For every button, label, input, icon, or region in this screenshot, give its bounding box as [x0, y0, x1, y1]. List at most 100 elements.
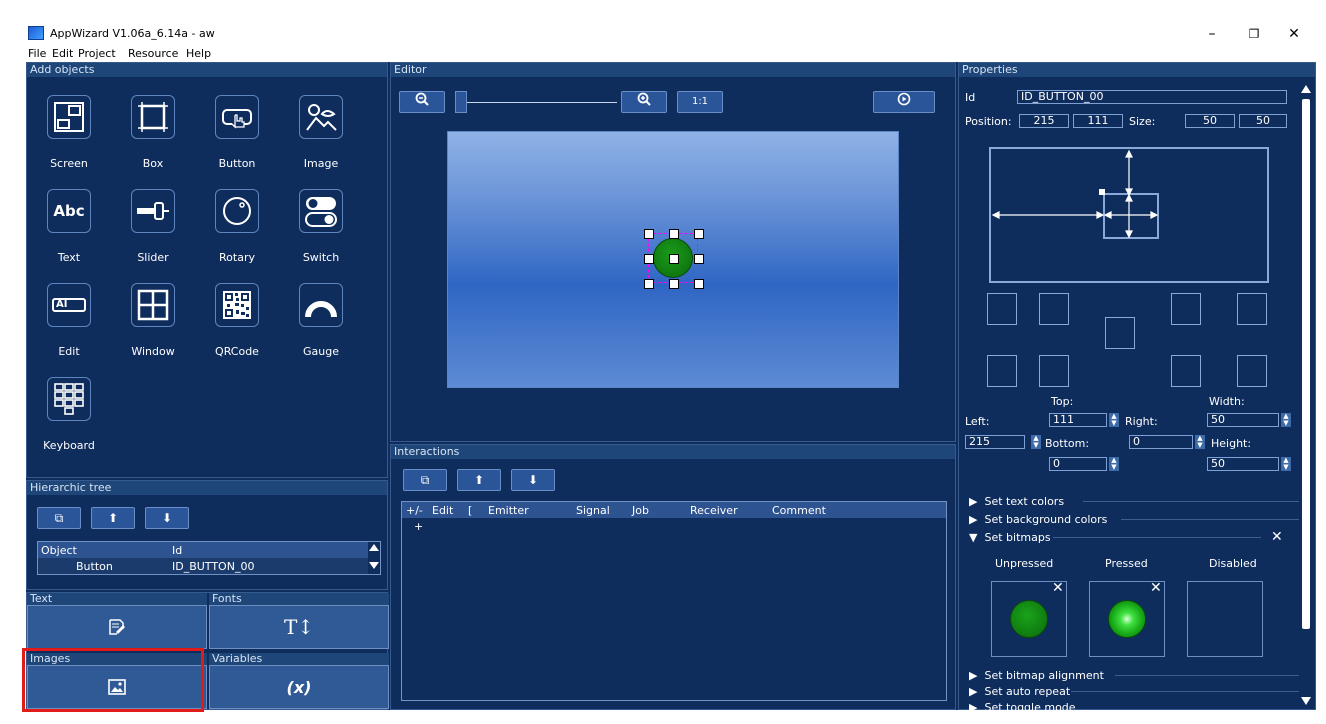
resize-handle-bl[interactable] — [644, 279, 654, 289]
resize-handle-tl[interactable] — [644, 229, 654, 239]
height-input[interactable]: 50 — [1207, 457, 1279, 471]
right-input[interactable]: 0 — [1129, 435, 1193, 449]
zoom-reset-button[interactable]: 1:1 — [677, 91, 723, 113]
add-button[interactable]: Button — [197, 95, 277, 187]
align-top-left-button[interactable] — [987, 293, 1017, 325]
size-width-input[interactable]: 50 — [1185, 114, 1235, 128]
right-spinner[interactable]: ▲ ▼ — [1195, 435, 1205, 449]
resize-handle-l[interactable] — [644, 254, 654, 264]
restore-button[interactable]: ❐ — [1234, 24, 1274, 44]
selected-button-widget[interactable] — [644, 229, 704, 289]
tree-duplicate-button[interactable]: ⧉ — [37, 507, 81, 529]
resize-handle-tr[interactable] — [694, 229, 704, 239]
height-spinner[interactable]: ▲ ▼ — [1281, 457, 1291, 471]
table-row[interactable]: Button ID_BUTTON_00 — [38, 558, 368, 574]
add-gauge[interactable]: Gauge — [281, 283, 361, 375]
pressed-bitmap-slot[interactable]: ✕ — [1089, 580, 1165, 657]
section-background-colors[interactable]: ▶ Set background colors — [969, 513, 1301, 527]
bottom-input[interactable]: 0 — [1049, 457, 1107, 471]
design-canvas[interactable] — [447, 131, 899, 388]
center-handle[interactable] — [669, 254, 679, 264]
add-slider[interactable]: Slider — [113, 189, 193, 281]
fonts-resource-button[interactable]: T↕ — [209, 605, 389, 649]
interaction-move-up-button[interactable]: ⬆ — [457, 469, 501, 491]
resize-handle-t[interactable] — [669, 229, 679, 239]
tree-move-up-button[interactable]: ⬆ — [91, 507, 135, 529]
section-bitmaps[interactable]: ▼ Set bitmaps — [969, 531, 1289, 545]
close-icon[interactable]: ✕ — [1271, 529, 1283, 545]
col-receiver: Receiver — [690, 504, 738, 517]
menu-project[interactable]: Project — [78, 47, 116, 60]
top-spinner[interactable]: ▲ ▼ — [1109, 413, 1119, 427]
add-box[interactable]: Box — [113, 95, 193, 187]
width-input[interactable]: 50 — [1207, 413, 1279, 427]
interaction-duplicate-button[interactable]: ⧉ — [403, 469, 447, 491]
align-stretch-button[interactable] — [1039, 355, 1069, 387]
align-top-right-button[interactable] — [1237, 293, 1267, 325]
disabled-bitmap-slot[interactable] — [1187, 581, 1263, 657]
tree-scrollbar[interactable] — [368, 542, 380, 574]
zoom-slider-track[interactable] — [467, 102, 617, 103]
close-button[interactable]: ✕ — [1274, 24, 1314, 44]
left-spinner[interactable]: ▲ ▼ — [1031, 435, 1041, 449]
menu-resource[interactable]: Resource — [128, 47, 178, 60]
variables-resource-button[interactable]: (x) — [209, 665, 389, 709]
text-resource-button[interactable] — [27, 605, 207, 649]
section-bitmap-alignment[interactable]: ▶ Set bitmap alignment — [969, 669, 1301, 683]
section-text-colors[interactable]: ▶ Set text colors — [969, 495, 1301, 509]
zoom-out-button[interactable] — [399, 91, 445, 113]
menu-help[interactable]: Help — [186, 47, 211, 60]
add-rotary[interactable]: Rotary — [197, 189, 277, 281]
scroll-thumb[interactable] — [1302, 99, 1310, 629]
left-input[interactable]: 215 — [965, 435, 1025, 449]
remove-unpressed-icon[interactable]: ✕ — [1052, 580, 1064, 596]
align-top-center-button[interactable] — [1039, 293, 1069, 325]
bottom-spinner[interactable]: ▲ ▼ — [1109, 457, 1119, 471]
align-top-stretch-button[interactable] — [1171, 293, 1201, 325]
minimize-button[interactable]: – — [1192, 24, 1232, 44]
add-keyboard[interactable]: Keyboard — [29, 377, 109, 469]
add-image[interactable]: Image — [281, 95, 361, 187]
section-auto-repeat[interactable]: ▶ Set auto repeat — [969, 685, 1301, 699]
id-input[interactable]: ID_BUTTON_00 — [1017, 90, 1287, 104]
zoom-in-button[interactable] — [621, 91, 667, 113]
section-toggle-mode[interactable]: ▶ Set toggle mode — [969, 701, 1289, 711]
scroll-up-icon[interactable] — [1301, 85, 1311, 93]
scroll-up-icon[interactable] — [369, 544, 379, 551]
resize-handle-r[interactable] — [694, 254, 704, 264]
add-objects-panel: Add objects Screen Box Button Image Abc … — [26, 62, 388, 478]
play-button[interactable] — [873, 91, 935, 113]
align-right-stretch-button[interactable] — [1171, 355, 1201, 387]
add-screen[interactable]: Screen — [29, 95, 109, 187]
remove-pressed-icon[interactable]: ✕ — [1150, 580, 1162, 596]
resize-handle-b[interactable] — [669, 279, 679, 289]
align-center-button[interactable] — [1105, 317, 1135, 349]
align-left-stretch-button[interactable] — [987, 355, 1017, 387]
interactions-panel: Interactions ⧉ ⬆ ⬇ +/- Edit [ Emitter Si… — [390, 444, 956, 710]
expand-icon: ▶ — [969, 685, 978, 698]
add-interaction-button[interactable]: + — [414, 520, 423, 533]
position-y-input[interactable]: 111 — [1073, 114, 1123, 128]
tree-move-down-button[interactable]: ⬇ — [145, 507, 189, 529]
add-window[interactable]: Window — [113, 283, 193, 375]
resize-handle-br[interactable] — [694, 279, 704, 289]
menu-file[interactable]: File — [28, 47, 46, 60]
fonts-header: Fonts — [209, 593, 389, 605]
zoom-slider-handle[interactable] — [455, 91, 467, 113]
menu-edit[interactable]: Edit — [52, 47, 73, 60]
scroll-down-icon[interactable] — [1301, 697, 1311, 705]
add-qrcode[interactable]: QRCode — [197, 283, 277, 375]
unpressed-bitmap-slot[interactable]: ✕ — [991, 580, 1067, 657]
position-x-input[interactable]: 215 — [1019, 114, 1069, 128]
add-text[interactable]: Abc Text — [29, 189, 109, 281]
screen-label: Screen — [50, 157, 88, 170]
scroll-down-icon[interactable] — [369, 562, 379, 569]
add-switch[interactable]: Switch — [281, 189, 361, 281]
size-height-input[interactable]: 50 — [1239, 114, 1287, 128]
width-spinner[interactable]: ▲ ▼ — [1281, 413, 1291, 427]
add-edit[interactable]: AI Edit — [29, 283, 109, 375]
top-input[interactable]: 111 — [1049, 413, 1107, 427]
properties-scrollbar[interactable] — [1299, 83, 1313, 709]
interaction-move-down-button[interactable]: ⬇ — [511, 469, 555, 491]
align-bottom-right-button[interactable] — [1237, 355, 1267, 387]
